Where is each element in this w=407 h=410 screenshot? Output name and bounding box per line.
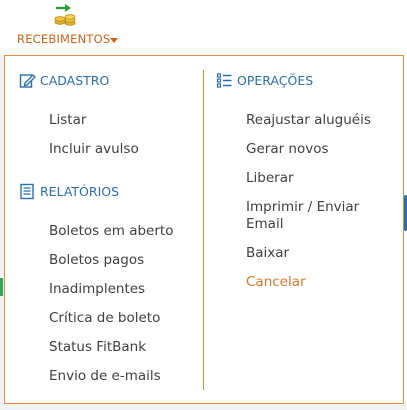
section-title: CADASTRO [40, 73, 110, 88]
section-title: RELATÓRIOS [40, 184, 120, 199]
menu-item-listar[interactable]: Listar [49, 112, 86, 129]
menu-item-liberar[interactable]: Liberar [246, 170, 294, 187]
edit-icon [19, 72, 36, 89]
menu-item-boletos-em-aberto[interactable]: Boletos em aberto [49, 223, 173, 240]
menu-item-critica-de-boleto[interactable]: Crítica de boleto [49, 310, 160, 327]
column-divider [203, 70, 204, 390]
menu-item-gerar-novos[interactable]: Gerar novos [246, 141, 329, 158]
dropdown-menu: CADASTRO Listar Incluir avulso RELATÓRIO… [4, 55, 404, 404]
section-title: OPERAÇÕES [237, 73, 314, 88]
background-page-strip-bottom [0, 404, 407, 410]
menu-item-reajustar-alugueis[interactable]: Reajustar aluguéis [246, 112, 371, 129]
section-cadastro: CADASTRO [19, 72, 109, 89]
money-transfer-icon [53, 2, 79, 28]
menu-item-incluir-avulso[interactable]: Incluir avulso [49, 141, 139, 158]
report-icon [19, 183, 36, 200]
chevron-down-icon [110, 38, 118, 43]
menu-item-baixar[interactable]: Baixar [246, 245, 289, 262]
section-operacoes: OPERAÇÕES [216, 72, 313, 89]
list-icon [216, 72, 233, 89]
menu-item-envio-de-emails[interactable]: Envio de e-mails [49, 368, 161, 385]
background-green-tab [0, 278, 3, 296]
menu-item-status-fitbank[interactable]: Status FitBank [49, 339, 146, 356]
section-relatorios: RELATÓRIOS [19, 183, 119, 200]
menu-item-imprimir-enviar-email[interactable]: Imprimir / Enviar Email [246, 199, 386, 233]
menu-item-cancelar[interactable]: Cancelar [246, 274, 306, 291]
nav-recebimentos[interactable]: RECEBIMENTOS [0, 0, 130, 55]
menu-item-boletos-pagos[interactable]: Boletos pagos [49, 252, 144, 269]
nav-label: RECEBIMENTOS [17, 32, 111, 46]
menu-item-inadimplentes[interactable]: Inadimplentes [49, 281, 145, 298]
